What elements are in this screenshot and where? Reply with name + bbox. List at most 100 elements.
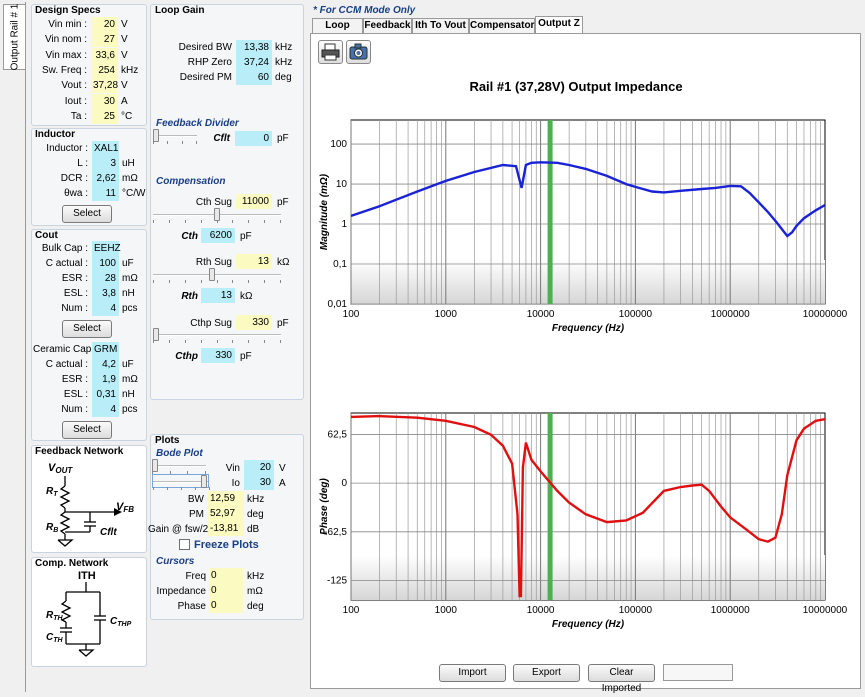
x-axis-label: Frequency (Hz)	[552, 323, 625, 334]
cursor-freq-value: 0	[209, 568, 243, 583]
cflt-slider[interactable]	[153, 129, 197, 144]
tab-output-rail-1[interactable]: Output Rail # 1	[3, 4, 25, 70]
vin-unit: V	[279, 463, 286, 474]
ceramic-cap-unit: mΩ	[122, 374, 138, 385]
loop-gain-unit: kHz	[275, 42, 293, 53]
bw-unit: kHz	[247, 494, 265, 505]
ceramic-cap-value[interactable]: 1,9	[92, 372, 119, 387]
bulk-cap-value[interactable]: 100	[92, 256, 119, 271]
x-tick-label: 10000	[527, 309, 555, 320]
print-button[interactable]	[318, 40, 343, 64]
ceramic-cap-label: Ceramic Cap :	[33, 344, 97, 355]
comp-network-schematic: ITH RTH CTH CTHP	[46, 570, 132, 657]
ceramic-cap-label: ESR :	[61, 374, 88, 385]
status-field	[663, 664, 733, 681]
tab-label: Output Rail # 1	[9, 3, 20, 71]
cursor-freq-label: Freq	[185, 571, 206, 582]
bulk-cap-unit: nH	[122, 288, 135, 299]
cthp-slider[interactable]	[153, 328, 281, 343]
ceramic-cap-value[interactable]: 4	[92, 402, 119, 417]
plot-shade	[351, 555, 825, 600]
ceramic-cap-label: Num :	[61, 404, 88, 415]
bw-value: 12,59	[208, 491, 244, 506]
design-spec-unit: V	[121, 80, 128, 92]
design-spec-label: Vin nom :	[44, 34, 87, 46]
cth-slider[interactable]	[153, 208, 281, 223]
cflt-value[interactable]: 0	[235, 131, 272, 146]
design-spec-unit: V	[121, 19, 128, 30]
x-tick-label: 10000000	[803, 309, 848, 320]
gain-label: Gain @ fsw/2	[148, 524, 209, 535]
inductor-title: Inductor	[35, 129, 75, 140]
design-spec-label: Vin max :	[45, 49, 88, 61]
vin-slider[interactable]	[152, 459, 206, 474]
design-spec-value: 37,28	[91, 78, 119, 94]
inductor-label: DCR :	[60, 173, 88, 184]
x-tick-label: 100	[343, 605, 360, 616]
tab-loop-gain[interactable]: Loop Gain	[312, 18, 363, 44]
bulk-cap-label: Num :	[61, 303, 88, 314]
ceramic-cap-unit: pcs	[122, 404, 138, 415]
x-tick-label: 100000	[619, 605, 653, 616]
ceramic-cap-value[interactable]: 4,2	[92, 357, 119, 372]
loop-gain-value[interactable]: 13,38	[236, 40, 272, 55]
bulk-cap-value[interactable]: 28	[92, 271, 119, 286]
tab-compensator[interactable]: Compensator	[469, 18, 535, 33]
gain-value: -13,81	[208, 521, 244, 536]
loop-gain-title: Loop Gain	[155, 5, 205, 16]
snapshot-button[interactable]	[346, 40, 371, 64]
tab-ith-to-vout[interactable]: Ith To Vout	[412, 18, 469, 33]
ccm-note: * For CCM Mode Only	[313, 5, 416, 16]
rth-slider[interactable]	[153, 268, 281, 283]
freeze-plots-checkbox[interactable]	[179, 539, 190, 550]
io-value[interactable]: 30	[244, 475, 274, 490]
io-slider[interactable]	[152, 474, 210, 490]
ceramic-cap-label: ESL :	[63, 389, 88, 400]
freeze-plots-label: Freeze Plots	[194, 539, 259, 551]
vin-value[interactable]: 20	[244, 460, 274, 475]
cthp-value[interactable]: 330	[201, 348, 235, 363]
clear-imported-button[interactable]: Clear Imported	[588, 664, 655, 694]
rth-value[interactable]: 13	[201, 288, 235, 303]
bw-label: BW	[187, 494, 204, 505]
inductor-value[interactable]: 2,62	[92, 171, 119, 186]
design-spec-value: 30	[91, 93, 118, 109]
import-button[interactable]: Import	[439, 664, 506, 682]
bulk-cap-value[interactable]: 4	[92, 301, 119, 316]
x-tick-label: 1000000	[711, 309, 750, 320]
inductor-value[interactable]: XAL1	[92, 141, 119, 156]
design-spec-unit: kHz	[121, 64, 139, 76]
loop-gain-value[interactable]: 37,24	[236, 55, 272, 70]
rth-unit: kΩ	[240, 291, 253, 302]
inductor-value[interactable]: 11	[92, 186, 119, 201]
bandwidth-marker	[547, 120, 553, 304]
tab-feedback[interactable]: Feedback	[363, 18, 412, 33]
cth-value[interactable]: 6200	[201, 228, 235, 243]
bulk-cap-value[interactable]: EEHZ	[92, 241, 121, 256]
design-spec-value: 20	[91, 17, 118, 32]
gain-unit: dB	[247, 524, 260, 535]
bulk-cap-select-button[interactable]: Select	[62, 320, 112, 338]
loop-gain-label: Desired BW	[178, 42, 232, 53]
feedback-divider-label: Feedback Divider	[156, 118, 239, 129]
ceramic-cap-unit: nH	[122, 389, 135, 400]
inductor-value[interactable]: 3	[92, 156, 119, 171]
loop-gain-value[interactable]: 60	[236, 70, 272, 85]
tab-output-z[interactable]: Output Z	[535, 16, 583, 34]
x-tick-label: 10000	[527, 605, 555, 616]
bulk-cap-value[interactable]: 3,8	[92, 286, 119, 301]
bulk-cap-label: C actual :	[45, 258, 88, 269]
inductor-select-button[interactable]: Select	[62, 205, 112, 223]
ceramic-cap-value[interactable]: 0,31	[92, 387, 119, 402]
design-spec-label: Sw. Freq :	[41, 64, 87, 76]
x-tick-label: 1000	[435, 309, 458, 320]
loop-gain-unit: deg	[275, 72, 292, 83]
cthp-label: Cthp	[175, 351, 198, 362]
y-tick-label: 100	[330, 139, 347, 150]
export-button[interactable]: Export	[513, 664, 580, 682]
ceramic-cap-value[interactable]: GRM	[92, 342, 119, 357]
ceramic-cap-select-button[interactable]: Select	[62, 421, 112, 439]
cth-unit: pF	[240, 231, 252, 242]
pm-unit: deg	[247, 509, 264, 520]
magnitude-chart: 100 1000 10000 100000 1000000 10000000 0,01 0,1…	[319, 79, 848, 334]
